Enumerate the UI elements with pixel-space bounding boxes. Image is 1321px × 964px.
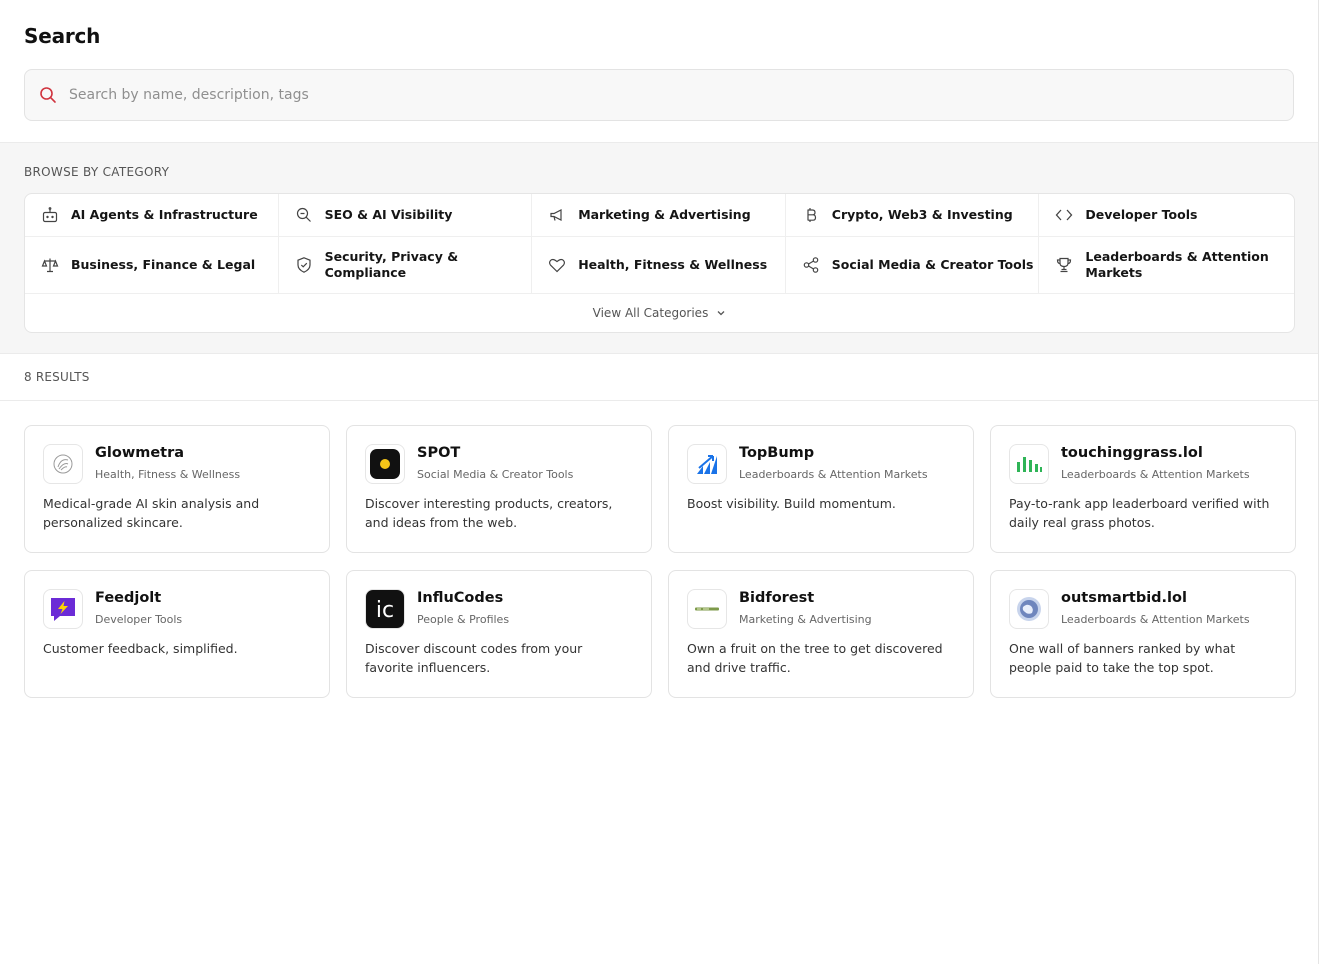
- card-title: outsmartbid.lol: [1061, 590, 1187, 606]
- glowmetra-logo: [43, 444, 83, 484]
- view-all-categories-button[interactable]: View All Categories: [25, 294, 1294, 332]
- feedjolt-logo: [43, 589, 83, 629]
- category-developer-tools[interactable]: Developer Tools: [1039, 194, 1294, 236]
- touchinggrass-logo: [1009, 444, 1049, 484]
- results-count-bar: 8 RESULTS: [0, 354, 1318, 401]
- card-description: Customer feedback, simplified.: [43, 641, 238, 656]
- category-panel: AI Agents & Infrastructure SEO & AI Visi…: [24, 193, 1295, 333]
- category-label: Developer Tools: [1085, 207, 1198, 222]
- card-header: outsmartbid.lol Leaderboards & Attention…: [1009, 589, 1277, 629]
- card-title: Glowmetra: [95, 445, 185, 461]
- card-header: touchinggrass.lol Leaderboards & Attenti…: [1009, 444, 1277, 484]
- result-card-bidforest[interactable]: Bidforest Marketing & Advertising Own a …: [668, 570, 974, 698]
- card-title: TopBump: [739, 445, 815, 461]
- category-label: Health, Fitness & Wellness: [578, 257, 768, 272]
- category-health[interactable]: Health, Fitness & Wellness: [532, 237, 786, 293]
- share-icon: [802, 256, 820, 274]
- category-row: Business, Finance & Legal Security, Priv…: [25, 237, 1294, 294]
- category-label: Business, Finance & Legal: [71, 257, 256, 272]
- category-label: Social Media & Creator Tools: [831, 257, 1034, 272]
- category-label: SEO & AI Visibility: [324, 207, 453, 222]
- search-zoom-icon: [295, 206, 313, 224]
- category-label: Leaderboards & Attention Markets: [1085, 249, 1269, 280]
- view-all-label: View All Categories: [592, 306, 709, 320]
- category-marketing[interactable]: Marketing & Advertising: [532, 194, 786, 236]
- code-icon: [1055, 206, 1073, 224]
- heart-icon: [548, 256, 566, 274]
- card-title: Feedjolt: [95, 590, 162, 606]
- card-description: Medical-grade AI skin analysis and perso…: [43, 496, 260, 530]
- card-category: Health, Fitness & Wellness: [95, 468, 241, 481]
- influcodes-logo: ic: [365, 589, 405, 629]
- category-row: AI Agents & Infrastructure SEO & AI Visi…: [25, 194, 1294, 237]
- card-header: ic InfluCodes People & Profiles: [365, 589, 633, 629]
- card-description: Own a fruit on the tree to get discovere…: [687, 641, 943, 675]
- browse-categories-section: BROWSE BY CATEGORY AI Agents & Infrastru…: [0, 142, 1318, 354]
- search-header: Search: [0, 0, 1318, 142]
- result-card-outsmartbid[interactable]: outsmartbid.lol Leaderboards & Attention…: [990, 570, 1296, 698]
- card-header: Bidforest Marketing & Advertising: [687, 589, 955, 629]
- card-title: InfluCodes: [417, 590, 504, 606]
- card-header: SPOT Social Media & Creator Tools: [365, 444, 633, 484]
- card-category: Leaderboards & Attention Markets: [1061, 468, 1250, 481]
- result-card-influcodes[interactable]: ic InfluCodes People & Profiles Discover…: [346, 570, 652, 698]
- card-header: TopBump Leaderboards & Attention Markets: [687, 444, 955, 484]
- category-label: Crypto, Web3 & Investing: [831, 207, 1013, 222]
- category-seo[interactable]: SEO & AI Visibility: [279, 194, 533, 236]
- results-count: 8 RESULTS: [24, 370, 90, 384]
- trophy-icon: [1055, 256, 1073, 274]
- category-label: Security, Privacy & Compliance: [324, 249, 459, 280]
- card-header: Feedjolt Developer Tools: [43, 589, 311, 629]
- megaphone-icon: [548, 206, 566, 224]
- category-social-media[interactable]: Social Media & Creator Tools: [786, 237, 1040, 293]
- category-ai-agents[interactable]: AI Agents & Infrastructure: [25, 194, 279, 236]
- result-card-topbump[interactable]: TopBump Leaderboards & Attention Markets…: [668, 425, 974, 553]
- card-description: One wall of banners ranked by what peopl…: [1009, 641, 1236, 675]
- robot-icon: [41, 206, 59, 224]
- card-title: Bidforest: [739, 590, 815, 606]
- search-input[interactable]: [69, 87, 1249, 103]
- card-title: touchinggrass.lol: [1061, 445, 1203, 461]
- card-category: Developer Tools: [95, 613, 183, 626]
- page-title: Search: [24, 24, 101, 48]
- result-card-spot[interactable]: SPOT Social Media & Creator Tools Discov…: [346, 425, 652, 553]
- result-card-touchinggrass[interactable]: touchinggrass.lol Leaderboards & Attenti…: [990, 425, 1296, 553]
- bitcoin-icon: [802, 206, 820, 224]
- card-description: Discover interesting products, creators,…: [365, 496, 613, 530]
- card-category: Marketing & Advertising: [739, 613, 872, 626]
- outsmartbid-logo: [1009, 589, 1049, 629]
- category-business[interactable]: Business, Finance & Legal: [25, 237, 279, 293]
- card-description: Boost visibility. Build momentum.: [687, 496, 896, 511]
- card-category: Leaderboards & Attention Markets: [739, 468, 928, 481]
- card-category: Social Media & Creator Tools: [417, 468, 574, 481]
- card-description: Pay-to-rank app leaderboard verified wit…: [1009, 496, 1270, 530]
- search-box[interactable]: [24, 69, 1294, 121]
- category-label: AI Agents & Infrastructure: [71, 207, 258, 222]
- results-grid: Glowmetra Health, Fitness & Wellness Med…: [0, 401, 1318, 698]
- result-card-glowmetra[interactable]: Glowmetra Health, Fitness & Wellness Med…: [24, 425, 330, 553]
- bidforest-logo: [687, 589, 727, 629]
- category-security[interactable]: Security, Privacy & Compliance: [279, 237, 533, 293]
- result-card-feedjolt[interactable]: Feedjolt Developer Tools Customer feedba…: [24, 570, 330, 698]
- search-page: Search BROWSE BY CATEGORY AI Agents & In…: [0, 0, 1319, 964]
- shield-icon: [295, 256, 313, 274]
- category-label: Marketing & Advertising: [578, 207, 751, 222]
- category-leaderboards[interactable]: Leaderboards & Attention Markets: [1039, 237, 1294, 293]
- chevron-down-icon: [716, 308, 726, 318]
- topbump-logo: [687, 444, 727, 484]
- card-category: Leaderboards & Attention Markets: [1061, 613, 1250, 626]
- search-icon: [39, 86, 57, 104]
- browse-category-label: BROWSE BY CATEGORY: [24, 165, 170, 179]
- spot-logo: [365, 444, 405, 484]
- category-crypto[interactable]: Crypto, Web3 & Investing: [786, 194, 1040, 236]
- card-header: Glowmetra Health, Fitness & Wellness: [43, 444, 311, 484]
- influcodes-logo-text: ic: [376, 598, 394, 623]
- card-description: Discover discount codes from your favori…: [365, 641, 583, 675]
- card-title: SPOT: [417, 445, 461, 461]
- scales-icon: [41, 256, 59, 274]
- card-category: People & Profiles: [417, 613, 510, 626]
